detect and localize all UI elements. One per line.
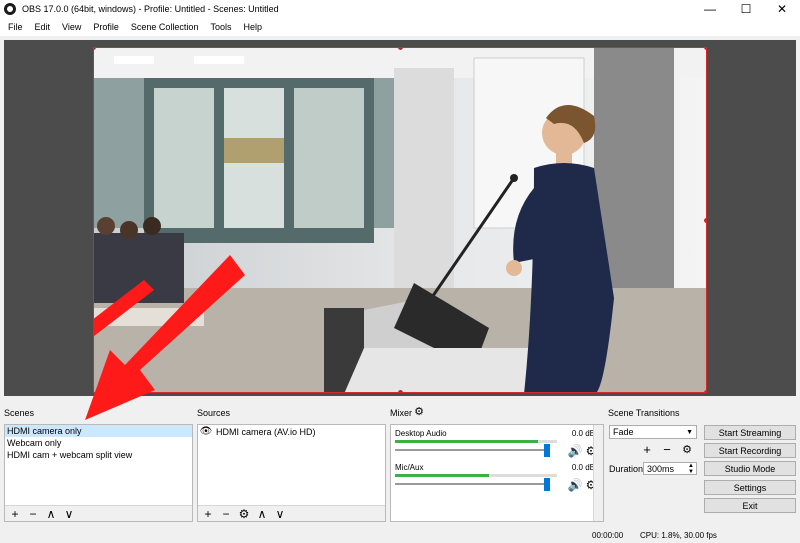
mixer-gear-icon[interactable]: ⚙ xyxy=(413,406,425,418)
window-title: OBS 17.0.0 (64bit, windows) - Profile: U… xyxy=(22,4,279,14)
obs-logo-icon xyxy=(4,3,16,15)
title-bar: OBS 17.0.0 (64bit, windows) - Profile: U… xyxy=(0,0,800,18)
mixer-track: Mic/Aux 0.0 dB 🔊 ⚙ xyxy=(395,463,596,497)
duration-input[interactable]: 300ms ▲ ▼ xyxy=(643,462,697,475)
menu-scene-collection[interactable]: Scene Collection xyxy=(125,22,205,32)
track-name: Desktop Audio xyxy=(395,429,447,438)
resize-handle-bottom-right[interactable] xyxy=(704,390,706,392)
transition-select[interactable]: Fade ▼ xyxy=(609,425,697,439)
source-item-label: HDMI camera (AV.io HD) xyxy=(216,427,316,437)
chevron-down-icon: ▼ xyxy=(686,428,693,436)
sources-label: Sources xyxy=(197,408,231,418)
add-source-button[interactable]: + xyxy=(202,508,214,520)
window-controls: — ☐ ✕ xyxy=(692,0,800,18)
mixer-scrollbar[interactable] xyxy=(593,425,603,521)
remove-scene-button[interactable]: − xyxy=(27,508,39,520)
menu-edit[interactable]: Edit xyxy=(29,22,57,32)
move-source-down-button[interactable]: ∨ xyxy=(274,508,286,520)
volume-meter xyxy=(395,440,557,443)
menu-help[interactable]: Help xyxy=(237,22,268,32)
scene-item[interactable]: HDMI camera only xyxy=(5,425,192,437)
move-source-up-button[interactable]: ∧ xyxy=(256,508,268,520)
menu-tools[interactable]: Tools xyxy=(204,22,237,32)
eye-icon[interactable]: 👁 xyxy=(200,426,213,438)
remove-transition-button[interactable]: − xyxy=(661,443,673,456)
volume-meter-level xyxy=(395,474,489,477)
scenes-label: Scenes xyxy=(4,408,35,418)
spin-buttons-icon[interactable]: ▲ ▼ xyxy=(688,463,694,475)
add-transition-button[interactable]: + xyxy=(641,443,653,456)
source-item[interactable]: 👁 HDMI camera (AV.io HD) xyxy=(198,425,385,439)
source-properties-gear-icon[interactable]: ⚙ xyxy=(238,508,250,520)
fader-knob[interactable] xyxy=(544,444,550,457)
track-name: Mic/Aux xyxy=(395,463,424,472)
settings-button[interactable]: Settings xyxy=(704,480,796,495)
duration-label: Duration xyxy=(609,464,644,474)
scene-item[interactable]: Webcam only xyxy=(5,437,192,449)
scenes-panel: HDMI camera only Webcam only HDMI cam + … xyxy=(4,424,193,522)
volume-meter xyxy=(395,474,557,477)
transition-gear-icon[interactable]: ⚙ xyxy=(681,444,693,456)
add-scene-button[interactable]: + xyxy=(9,508,21,520)
speaker-icon[interactable]: 🔊 xyxy=(568,445,583,457)
mixer-track: Desktop Audio 0.0 dB 🔊 ⚙ xyxy=(395,429,596,463)
mixer-label: Mixer xyxy=(390,408,412,418)
scenes-toolbar: + − ∧ ∨ xyxy=(5,505,192,521)
scene-item[interactable]: HDMI cam + webcam split view xyxy=(5,449,192,461)
exit-button[interactable]: Exit xyxy=(704,498,796,513)
menu-bar: File Edit View Profile Scene Collection … xyxy=(0,18,800,36)
menu-file[interactable]: File xyxy=(2,22,29,32)
resize-handle-right[interactable] xyxy=(704,218,706,223)
red-arrow-icon xyxy=(85,255,245,420)
studio-mode-button[interactable]: Studio Mode xyxy=(704,461,796,476)
resize-handle-bottom[interactable] xyxy=(398,390,403,392)
move-scene-up-button[interactable]: ∧ xyxy=(45,508,57,520)
start-streaming-button[interactable]: Start Streaming xyxy=(704,425,796,440)
track-db: 0.0 dB xyxy=(571,429,595,438)
status-time: 00:00:00 xyxy=(592,531,624,540)
move-scene-down-button[interactable]: ∨ xyxy=(63,508,75,520)
maximize-button[interactable]: ☐ xyxy=(728,0,764,18)
sources-toolbar: + − ⚙ ∧ ∨ xyxy=(198,505,385,521)
sources-panel: 👁 HDMI camera (AV.io HD) + − ⚙ ∧ ∨ xyxy=(197,424,386,522)
minimize-button[interactable]: — xyxy=(692,0,728,18)
track-db: 0.0 dB xyxy=(571,463,595,472)
menu-profile[interactable]: Profile xyxy=(87,22,125,32)
remove-source-button[interactable]: − xyxy=(220,508,232,520)
mixer-panel: Desktop Audio 0.0 dB 🔊 ⚙ Mic/Aux 0.0 dB … xyxy=(390,424,604,522)
speaker-icon[interactable]: 🔊 xyxy=(568,479,583,491)
status-cpu: CPU: 1.8%, 30.00 fps xyxy=(640,531,717,540)
volume-meter-level xyxy=(395,440,538,443)
volume-fader[interactable] xyxy=(395,444,550,457)
start-recording-button[interactable]: Start Recording xyxy=(704,443,796,458)
close-button[interactable]: ✕ xyxy=(764,0,800,18)
resize-handle-top-right[interactable] xyxy=(704,48,706,50)
duration-value: 300ms xyxy=(647,463,675,474)
transition-select-value: Fade xyxy=(613,427,634,437)
scene-transitions-label: Scene Transitions xyxy=(608,408,680,418)
volume-fader[interactable] xyxy=(395,478,550,491)
fader-knob[interactable] xyxy=(544,478,550,491)
menu-view[interactable]: View xyxy=(56,22,87,32)
